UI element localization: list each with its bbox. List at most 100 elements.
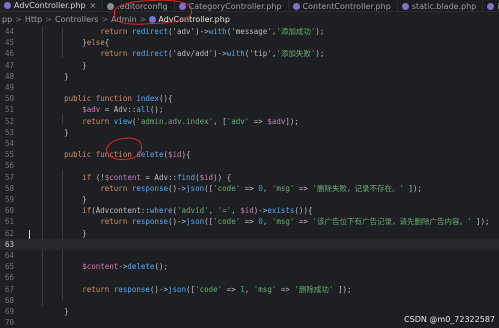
code-token: $id: [167, 150, 182, 160]
code-token: exists: [267, 206, 295, 216]
code-line[interactable]: 50 public function index(){: [0, 93, 499, 104]
code-token: '该广告位下有广告记录，请先删除广告内容。': [312, 217, 472, 227]
code-token: }: [28, 228, 87, 238]
code-text: }else{: [28, 37, 109, 48]
code-token: 'advid': [177, 206, 209, 216]
line-number: 48: [4, 71, 14, 81]
code-token: )->: [253, 206, 268, 216]
tab-index-bl[interactable]: index.bl: [483, 0, 499, 11]
code-token: }: [28, 71, 69, 81]
code-token: = Adv::: [100, 105, 137, 115]
breadcrumb-item[interactable]: Controllers: [55, 15, 99, 24]
code-token: with: [208, 27, 227, 36]
breadcrumb-separator: >: [45, 14, 52, 24]
code-token: ,: [262, 217, 272, 227]
code-token: );: [315, 27, 325, 36]
tab-editorconfig[interactable]: .editorconfig: [103, 0, 175, 11]
code-token: ()->: [149, 284, 168, 294]
code-token: $content: [82, 262, 119, 272]
line-number: 69: [4, 307, 14, 316]
code-token: response: [131, 217, 168, 227]
code-text: }: [28, 228, 87, 239]
code-line[interactable]: 52 return view('admin.adv.index', ['adv'…: [0, 116, 499, 127]
code-token: public function: [28, 150, 137, 160]
code-token: ]);: [471, 217, 490, 227]
code-token: redirect: [131, 27, 168, 36]
breadcrumb-separator: >: [139, 14, 147, 24]
code-token: delete: [127, 262, 155, 272]
tab-static-blade-php[interactable]: static.blade.php: [398, 0, 484, 11]
code-token: ]);: [285, 116, 299, 126]
code-line[interactable]: 55 public function delete($id){: [0, 149, 499, 160]
code-line[interactable]: 68: [0, 295, 499, 306]
code-token: index: [136, 94, 159, 104]
code-line[interactable]: 65 $content->delete();: [0, 261, 499, 272]
breadcrumb-file[interactable]: AdvController.php: [158, 15, 230, 24]
code-token: all: [136, 105, 150, 115]
code-line[interactable]: 47 }: [0, 60, 499, 71]
code-text: return view('admin.adv.index', ['adv' =>…: [28, 116, 299, 127]
code-token: return: [28, 116, 114, 126]
code-line[interactable]: 53 }: [0, 127, 499, 138]
code-line[interactable]: 63: [0, 238, 499, 250]
code-line[interactable]: 66: [0, 272, 499, 283]
code-token: ();: [149, 105, 164, 115]
code-line[interactable]: 58 return response()->json(['code' => 0,…: [0, 183, 499, 194]
code-token: =>: [276, 284, 295, 294]
code-line[interactable]: 56: [0, 160, 499, 171]
code-token: 'code': [213, 217, 241, 227]
tab-advcontroller-php[interactable]: AdvController.php ×: [0, 0, 104, 11]
code-token: return: [28, 284, 114, 294]
code-text: }: [28, 71, 69, 82]
code-token: ([: [204, 217, 214, 227]
code-text: }: [28, 194, 87, 205]
code-line[interactable]: 67 return response()->json(['code' => 1,…: [0, 284, 499, 295]
code-line[interactable]: 54: [0, 138, 499, 149]
code-token: ,: [244, 284, 254, 294]
line-number: 67: [4, 284, 14, 294]
breadcrumb-item[interactable]: Admin: [111, 15, 137, 24]
code-text: public function delete($id){: [28, 149, 190, 160]
code-token: where: [149, 206, 173, 216]
line-number: 51: [4, 105, 14, 115]
code-token: ]);: [333, 284, 352, 294]
code-line[interactable]: 51 $adv = Adv::all();: [0, 104, 499, 115]
code-line[interactable]: 62 }: [0, 228, 499, 239]
tab-categorycontroller-php[interactable]: CategoryController.php: [175, 0, 289, 11]
code-token: return: [28, 49, 132, 59]
code-line[interactable]: 57 if (!$content = Adv::find($id)) {: [0, 172, 499, 183]
code-line[interactable]: 46 return redirect('adv/add')->with('tip…: [0, 48, 499, 59]
code-token: ('adv/add')->: [167, 49, 227, 59]
code-editor[interactable]: 44 return redirect('adv')->with('message…: [0, 26, 499, 328]
code-token: 'admin.adv.index': [136, 116, 214, 126]
line-number: 66: [4, 273, 14, 283]
code-token: 'code': [195, 284, 223, 294]
code-token: 'msg': [253, 284, 277, 294]
code-line[interactable]: 60 if(Advcontent::where('advid', '=', $i…: [0, 205, 499, 216]
close-icon[interactable]: ×: [90, 1, 97, 10]
tab-label: CategoryController.php: [188, 1, 282, 11]
code-line[interactable]: 49: [0, 82, 499, 93]
code-token: delete: [136, 150, 164, 160]
settings-icon: [107, 2, 115, 10]
code-line[interactable]: 64: [0, 250, 499, 261]
code-token: ()->: [167, 183, 187, 193]
line-number: 63: [4, 239, 14, 249]
code-line[interactable]: 59 }: [0, 194, 499, 205]
code-line[interactable]: 44 return redirect('adv')->with('message…: [0, 26, 499, 37]
code-line[interactable]: 61 return response()->json(['code' => 0,…: [0, 216, 499, 227]
code-token: (Advcontent::: [91, 206, 150, 216]
breadcrumb-item[interactable]: Http: [25, 15, 42, 24]
code-text: $content->delete();: [28, 261, 168, 272]
line-number: 49: [4, 83, 14, 92]
code-token: =>: [294, 183, 313, 193]
breadcrumb-item[interactable]: pp: [2, 15, 12, 24]
code-line[interactable]: 48 }: [0, 71, 499, 82]
code-token: ('message',: [226, 27, 277, 36]
code-token: with: [226, 49, 245, 59]
tab-contentcontroller-php[interactable]: ContentController.php: [289, 0, 398, 11]
code-token: 'msg': [271, 217, 295, 227]
code-line[interactable]: 45 }else{: [0, 37, 499, 48]
php-file-icon: [487, 2, 495, 10]
